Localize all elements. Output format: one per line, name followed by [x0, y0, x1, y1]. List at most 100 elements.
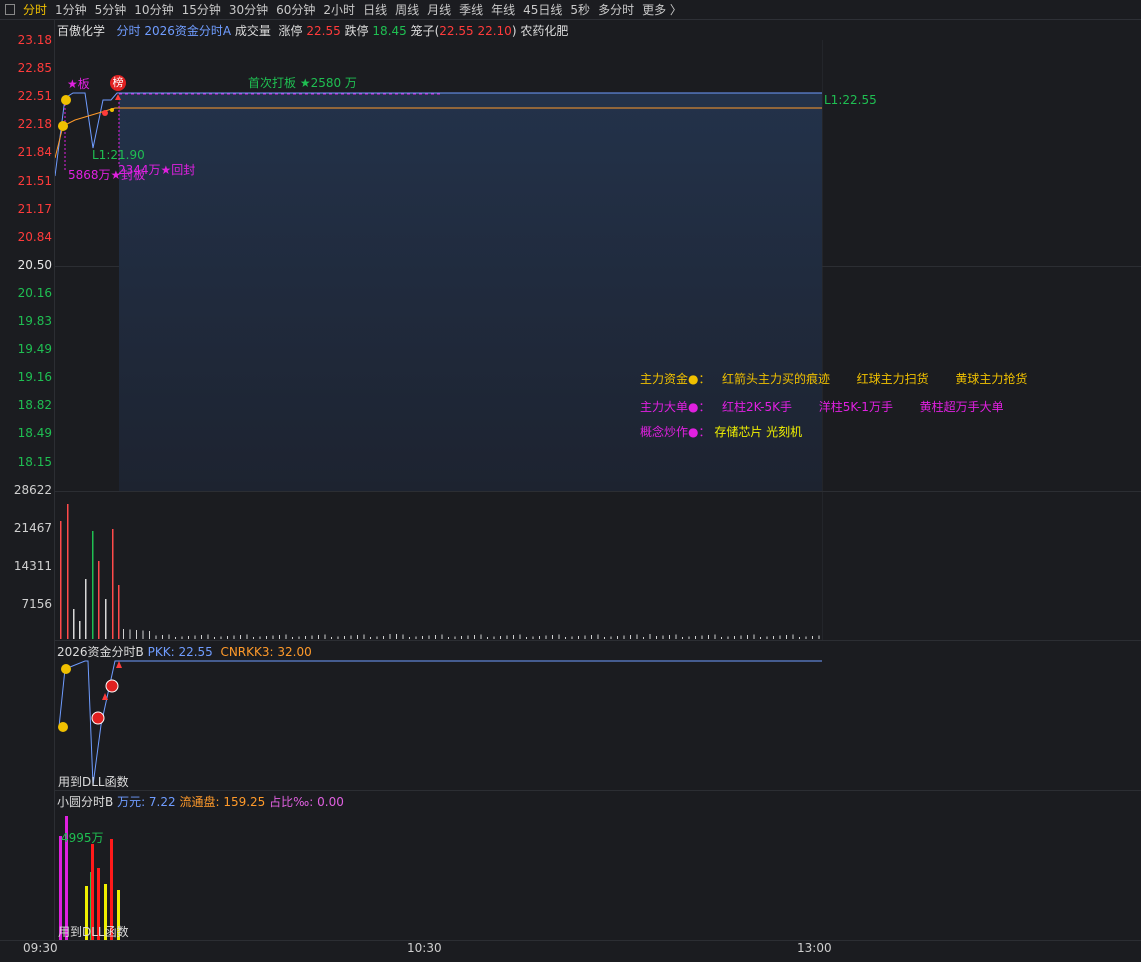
- tab-1min[interactable]: 1分钟: [51, 1, 91, 19]
- volume-bar-small: [227, 636, 228, 639]
- tab-60min[interactable]: 60分钟: [272, 1, 319, 19]
- time-label-1300: 13:00: [797, 941, 832, 955]
- yellow-dot-1: [110, 108, 114, 112]
- volume-bar-small: [792, 634, 794, 639]
- time-axis-line: [0, 940, 1141, 941]
- price-tick-label: 20.50: [17, 257, 52, 272]
- tab-day[interactable]: 日线: [359, 1, 391, 19]
- volume-bar-small: [480, 634, 482, 639]
- volume-bar-small: [474, 635, 475, 639]
- price-tick-label: 18.49: [17, 426, 52, 441]
- volume-bar-small: [799, 637, 800, 639]
- volume-bar-small: [240, 635, 241, 639]
- volume-bar-small: [220, 636, 222, 639]
- volume-bar-small: [688, 636, 690, 639]
- volume-bar-small: [805, 636, 807, 639]
- tab-year[interactable]: 年线: [487, 1, 519, 19]
- volume-bar-small: [454, 636, 456, 639]
- time-label-0930: 09:30: [23, 941, 58, 955]
- legend-row-main-fund: 主力资金●： 红箭头主力买的痕迹 红球主力扫货 黄球主力抢货: [640, 370, 1027, 387]
- list-badge-icon[interactable]: 榜: [110, 75, 126, 91]
- more-menu[interactable]: 更多 〉: [638, 1, 686, 19]
- volume-bar-small: [246, 634, 248, 639]
- volume-tick-label: 7156: [21, 597, 52, 611]
- volume-bar: [73, 609, 75, 639]
- volume-bar-small: [162, 635, 163, 639]
- volume-bar-small: [409, 637, 410, 639]
- tab-15min[interactable]: 15分钟: [178, 1, 225, 19]
- pane-b-yellow-ball-1: [61, 664, 71, 674]
- panel-toggle-icon[interactable]: [5, 4, 15, 15]
- yellow-ball-2: [58, 121, 68, 131]
- volume-bar-small: [233, 635, 235, 639]
- volume-bar-small: [630, 635, 631, 639]
- volume-bar-small: [604, 637, 605, 639]
- indicator-label: 分时: [116, 24, 141, 38]
- tab-week[interactable]: 周线: [391, 1, 423, 19]
- volume-bar-small: [675, 634, 677, 639]
- tab-month[interactable]: 月线: [423, 1, 455, 19]
- price-tick-label: 22.85: [17, 61, 52, 76]
- volume-bar-small: [357, 635, 358, 639]
- tab-2hour[interactable]: 2小时: [319, 1, 359, 19]
- main-chart-header: 百傲化学 分时 2026资金分时A 成交量 涨停 22.55 跌停 18.45 …: [57, 22, 568, 39]
- limit-down-label: 跌停: [344, 24, 369, 38]
- volume-bar-small: [786, 635, 787, 639]
- volume-bar-small: [331, 637, 332, 639]
- right-l1-label: L1:22.55: [824, 93, 877, 107]
- volume-bar-small: [500, 636, 501, 639]
- volume-bar-small: [201, 635, 202, 639]
- pane-b-red-ball-1: [91, 711, 105, 725]
- legend-yellow-ball: 黄球主力抢货: [955, 372, 1028, 386]
- volume-bar-small: [350, 635, 352, 639]
- price-tick-label: 22.51: [17, 89, 52, 104]
- pane-c-wan: 万元: 7.22: [117, 795, 176, 809]
- first-board-label: 首次打板 ★2580 万: [248, 76, 357, 90]
- cage-close: ): [511, 24, 517, 38]
- volume-bar-small: [318, 635, 319, 639]
- tab-5min[interactable]: 5分钟: [91, 1, 131, 19]
- volume-label: 成交量: [234, 24, 271, 38]
- tab-intraday[interactable]: 分时: [19, 1, 51, 19]
- volume-bar-small: [617, 636, 618, 639]
- time-label-1030: 10:30: [407, 941, 442, 955]
- price-tick-label: 19.83: [17, 314, 52, 328]
- price-chart: [55, 92, 822, 491]
- volume-bar-small: [370, 637, 371, 639]
- yellow-ball-1: [61, 95, 71, 105]
- volume-bar-small: [493, 636, 495, 639]
- volume-bar-small: [175, 637, 176, 639]
- limit-up-label: 涨停: [278, 24, 303, 38]
- pane-c-title[interactable]: 小圆分时B: [57, 795, 113, 809]
- volume-bar-small: [311, 635, 313, 639]
- volume-bar-small: [701, 635, 703, 639]
- volume-bar-small: [747, 635, 748, 639]
- volume-bar: [112, 529, 114, 639]
- l1-low-label: L1:21.90: [92, 148, 145, 162]
- red-dot-1: [102, 110, 108, 116]
- volume-bar-small: [578, 636, 579, 639]
- price-tick-label: 21.17: [17, 201, 52, 216]
- volume-bar-small: [467, 635, 469, 639]
- volume-bar-small: [779, 635, 781, 639]
- legend-row-big-order: 主力大单●： 红柱2K-5K手 洋柱5K-1万手 黄柱超万手大单: [640, 398, 1004, 415]
- tab-30min[interactable]: 30分钟: [225, 1, 272, 19]
- volume-bar-small: [448, 637, 449, 639]
- formula-name[interactable]: 2026资金分时A: [144, 24, 231, 38]
- volume-bar-small: [149, 631, 150, 639]
- pane-c-bar-label: 4995万: [61, 831, 104, 845]
- volume-bar-small: [662, 635, 664, 639]
- price-tick-label: 21.84: [17, 145, 52, 160]
- volume-bar-small: [487, 637, 488, 639]
- volume-bar-small: [259, 636, 261, 639]
- tab-10min[interactable]: 10分钟: [130, 1, 177, 19]
- tab-quarter[interactable]: 季线: [455, 1, 487, 19]
- volume-bar-small: [591, 635, 592, 639]
- tab-5sec[interactable]: 5秒: [566, 1, 594, 19]
- volume-bar-small: [292, 637, 293, 639]
- volume-tick-label: 28622: [13, 483, 52, 497]
- tab-45day[interactable]: 45日线: [519, 1, 566, 19]
- tab-multi-intraday[interactable]: 多分时: [594, 1, 638, 19]
- stock-name[interactable]: 百傲化学: [57, 24, 105, 38]
- volume-bar-small: [610, 636, 612, 639]
